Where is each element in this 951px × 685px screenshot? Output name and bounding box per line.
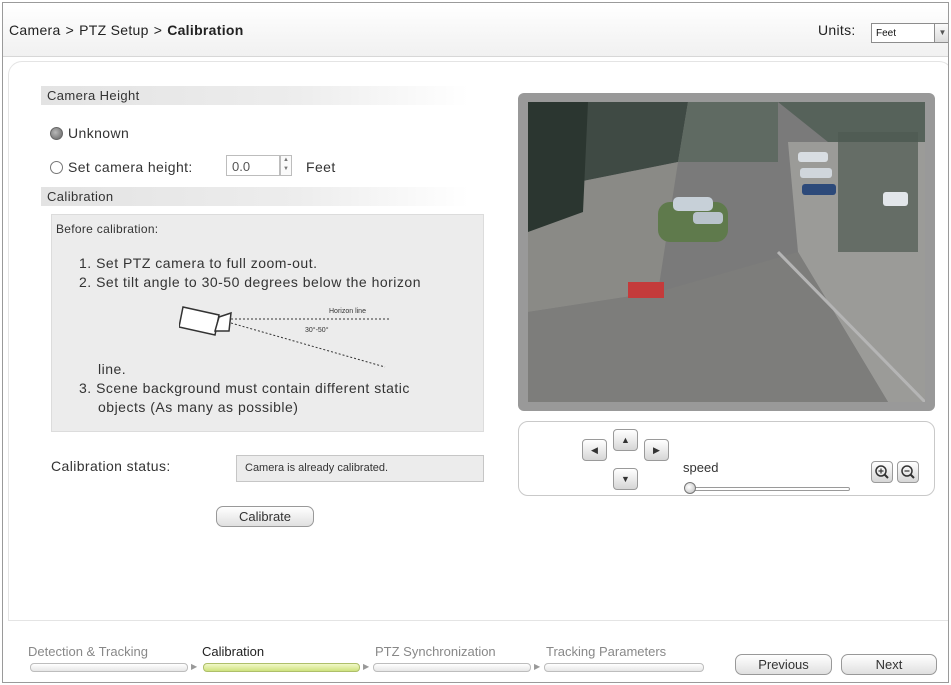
step-label-ptz-synchronization[interactable]: PTZ Synchronization — [375, 644, 496, 659]
breadcrumb-item-calibration: Calibration — [167, 22, 244, 38]
speed-slider-track[interactable] — [685, 487, 850, 491]
step-label-detection-tracking[interactable]: Detection & Tracking — [28, 644, 148, 659]
header-bar: Camera > PTZ Setup > Calibration Units: Feet… — [3, 3, 948, 57]
units-select-value: Feet — [876, 28, 897, 39]
calibration-section-title: Calibration — [41, 187, 469, 206]
radio-unknown[interactable]: Unknown — [50, 125, 129, 141]
arrow-right-icon: ▶ — [653, 445, 660, 455]
step-label-tracking-parameters[interactable]: Tracking Parameters — [546, 644, 666, 659]
breadcrumb-separator: > — [153, 22, 163, 38]
breadcrumb-item-ptz-setup[interactable]: PTZ Setup — [79, 22, 149, 38]
pan-right-button[interactable]: ▶ — [644, 439, 669, 461]
before-calibration-heading: Before calibration: — [56, 222, 159, 236]
radio-unselected-icon[interactable] — [50, 161, 63, 174]
step-bar-calibration — [203, 663, 360, 672]
step-arrow-icon: ▶ — [191, 662, 198, 671]
height-unit-label: Feet — [306, 159, 336, 175]
next-button[interactable]: Next — [841, 654, 937, 675]
camera-icon — [179, 306, 232, 336]
calibration-status-label: Calibration status: — [51, 458, 171, 474]
zoom-out-icon — [901, 465, 915, 479]
radio-unknown-label: Unknown — [68, 125, 130, 141]
camera-tilt-diagram: Horizon line 30°-50° — [179, 306, 391, 368]
instruction-step-2-continued: line. — [98, 361, 127, 377]
step-arrow-icon: ▶ — [534, 662, 541, 671]
arrow-up-icon: ▲ — [621, 435, 630, 445]
tilt-angle-label: 30°-50° — [305, 326, 329, 334]
step-arrow-icon: ▶ — [363, 662, 370, 671]
camera-height-section-title: Camera Height — [41, 86, 469, 105]
zoom-in-button[interactable] — [871, 461, 893, 483]
camera-video-feed — [528, 102, 925, 402]
breadcrumb: Camera > PTZ Setup > Calibration — [9, 22, 244, 38]
zoom-in-icon — [875, 465, 889, 479]
instruction-step-1: 1. Set PTZ camera to full zoom-out. — [79, 255, 318, 271]
video-scene — [528, 102, 925, 402]
step-bar-tracking-parameters — [544, 663, 704, 672]
height-stepper[interactable]: ▲ ▼ — [280, 155, 292, 176]
calibrate-button[interactable]: Calibrate — [216, 506, 314, 527]
step-bar-detection-tracking — [30, 663, 188, 672]
camera-height-input[interactable]: 0.0 — [226, 155, 280, 176]
previous-button[interactable]: Previous — [735, 654, 832, 675]
radio-set-height[interactable]: Set camera height: — [50, 159, 193, 175]
step-label-calibration[interactable]: Calibration — [202, 644, 264, 659]
horizon-line-label: Horizon line — [329, 308, 366, 315]
ptz-control-panel — [518, 421, 935, 496]
zoom-out-button[interactable] — [897, 461, 919, 483]
arrow-left-icon: ◀ — [591, 445, 598, 455]
tilt-up-button[interactable]: ▲ — [613, 429, 638, 451]
pan-left-button[interactable]: ◀ — [582, 439, 607, 461]
instruction-step-3: 3. Scene background must contain differe… — [79, 380, 410, 396]
speed-label: speed — [683, 460, 719, 475]
chevron-down-icon[interactable]: ▼ — [934, 23, 948, 43]
instruction-step-3-continued: objects (As many as possible) — [98, 399, 299, 415]
instruction-step-2: 2. Set tilt angle to 30-50 degrees below… — [79, 274, 421, 290]
stepper-up-icon[interactable]: ▲ — [281, 156, 291, 165]
units-select[interactable]: Feet ▼ — [871, 23, 948, 43]
breadcrumb-separator: > — [65, 22, 75, 38]
breadcrumb-item-camera[interactable]: Camera — [9, 22, 61, 38]
calibration-instructions: Before calibration: 1. Set PTZ camera to… — [51, 214, 484, 432]
tilt-down-button[interactable]: ▼ — [613, 468, 638, 490]
arrow-down-icon: ▼ — [621, 474, 630, 484]
stepper-down-icon[interactable]: ▼ — [281, 165, 291, 174]
step-bar-ptz-synchronization — [373, 663, 531, 672]
units-label: Units: — [818, 22, 856, 38]
radio-set-height-label: Set camera height: — [68, 159, 193, 175]
camera-video-frame — [518, 93, 935, 411]
app-window: Camera > PTZ Setup > Calibration Units: Feet… — [2, 2, 949, 683]
speed-slider-thumb[interactable] — [684, 482, 696, 494]
calibration-status-field: Camera is already calibrated. — [236, 455, 484, 482]
radio-selected-icon[interactable] — [50, 127, 63, 140]
